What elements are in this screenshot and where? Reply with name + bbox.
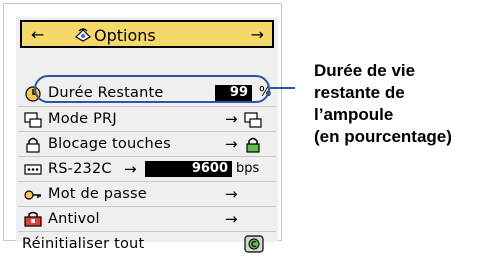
nav-left-arrow-icon[interactable]: ← bbox=[31, 25, 44, 44]
menu-title: Options bbox=[94, 26, 156, 45]
menu-item-label: Blocage touches bbox=[48, 136, 171, 152]
lamp-time-highlight bbox=[34, 75, 270, 103]
submenu-arrow-icon: → bbox=[225, 135, 238, 153]
options-menu-panel: ← Options → Durée Restante 99 % Mode PRJ… bbox=[3, 3, 282, 253]
menu-item-label: Réinitialiser tout bbox=[22, 236, 145, 252]
callout-line: Durée de vie bbox=[314, 61, 416, 80]
projector-mode-icon bbox=[24, 111, 42, 128]
submenu-arrow-icon: → bbox=[225, 210, 238, 228]
menu-item-label: Mode PRJ bbox=[48, 111, 117, 127]
submenu-arrow-icon: → bbox=[124, 160, 137, 178]
menu-item-rs232c[interactable]: RS-232C → 9600 bps bbox=[18, 156, 276, 182]
nav-right-arrow-icon[interactable]: → bbox=[251, 25, 264, 44]
options-menu: ← Options → Durée Restante 99 % Mode PRJ… bbox=[16, 17, 278, 253]
lock-icon bbox=[244, 136, 262, 157]
key-icon bbox=[24, 186, 42, 203]
menu-item-prj-mode[interactable]: Mode PRJ → bbox=[18, 106, 276, 132]
menu-item-reset-all[interactable]: Réinitialiser tout bbox=[18, 231, 276, 256]
callout-line: restante de bbox=[314, 83, 405, 102]
callout-line: (en pourcentage) bbox=[314, 127, 452, 146]
callout-line: l’ampoule bbox=[314, 105, 394, 124]
options-icon bbox=[74, 27, 92, 47]
menu-item-password[interactable]: Mot de passe → bbox=[18, 181, 276, 207]
baud-rate-value: 9600 bbox=[145, 161, 232, 177]
menu-item-label: Antivol bbox=[48, 211, 100, 227]
baud-rate-unit: bps bbox=[236, 161, 260, 176]
menu-item-antitheft[interactable]: Antivol → bbox=[18, 206, 276, 232]
menu-item-label: RS-232C bbox=[48, 161, 112, 177]
rs232c-icon bbox=[24, 161, 42, 178]
submenu-arrow-icon: → bbox=[225, 185, 238, 203]
callout-text: Durée de vie restante de l’ampoule (en p… bbox=[314, 60, 488, 148]
submenu-arrow-icon: → bbox=[225, 110, 238, 128]
lock-icon bbox=[24, 136, 42, 153]
antitheft-icon bbox=[24, 211, 42, 228]
projector-mode-icon bbox=[244, 111, 262, 132]
reset-icon[interactable] bbox=[244, 235, 264, 257]
callout-leader-line bbox=[270, 87, 295, 89]
menu-item-label: Mot de passe bbox=[48, 186, 147, 202]
menu-header[interactable]: ← Options → bbox=[20, 20, 274, 48]
menu-item-key-lock[interactable]: Blocage touches → bbox=[18, 131, 276, 157]
